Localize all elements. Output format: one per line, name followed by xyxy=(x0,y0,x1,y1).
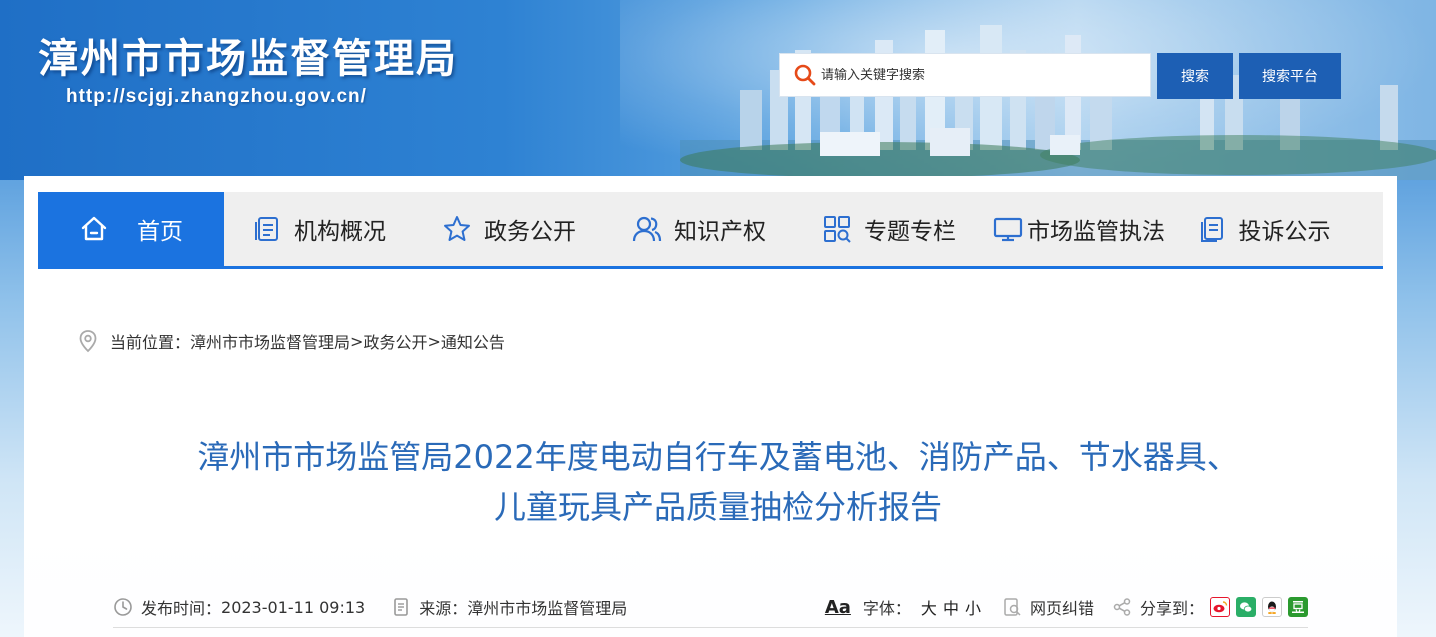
nav-item-ip[interactable]: 知识产权 xyxy=(604,192,794,266)
breadcrumb-separator: > xyxy=(350,331,364,351)
share-icon xyxy=(1113,598,1131,616)
nav-item-label: 市场监管执法 xyxy=(1027,219,1165,245)
font-size-group: Aa 字体： 大 中 小 xyxy=(825,595,984,619)
search-box[interactable] xyxy=(779,53,1151,97)
publish-time-value: 2023-01-11 09:13 xyxy=(221,597,366,617)
meta-divider xyxy=(113,627,1308,628)
font-size-label: 字体： xyxy=(862,599,911,618)
search-button[interactable]: 搜索 xyxy=(1157,53,1233,99)
nav-item-label: 首页 xyxy=(137,219,183,245)
error-report-label: 网页纠错 xyxy=(1029,599,1094,618)
search-icon xyxy=(794,64,816,86)
wechat-share-icon[interactable] xyxy=(1236,597,1256,617)
font-size-icon: Aa xyxy=(824,596,851,618)
article-meta-bar: 发布时间： 2023-01-11 09:13 来源： 漳州市市场监督管理局 Aa… xyxy=(113,593,1308,621)
copy-doc-icon xyxy=(1200,217,1223,242)
nav-item-enforcement[interactable]: 市场监管执法 xyxy=(984,192,1174,266)
weibo-share-icon[interactable] xyxy=(1210,597,1230,617)
article-title: 漳州市市场监管局2022年度电动自行车及蓄电池、消防产品、节水器具、 儿童玩具产… xyxy=(100,432,1336,532)
breadcrumb-link-notices[interactable]: 通知公告 xyxy=(441,329,505,353)
article-title-line-2: 儿童玩具产品质量抽检分析报告 xyxy=(493,488,942,526)
site-title: 漳州市市场监督管理局 xyxy=(38,36,458,82)
nav-item-label: 知识产权 xyxy=(674,219,766,245)
font-size-small[interactable]: 小 xyxy=(965,595,981,619)
source-group: 来源： 漳州市市场监督管理局 xyxy=(391,595,627,619)
source-label: 来源： xyxy=(419,599,468,618)
nav-item-home[interactable]: 首页 xyxy=(38,192,224,266)
document-icon xyxy=(394,598,409,616)
font-size-medium[interactable]: 中 xyxy=(943,595,959,619)
source-value: 漳州市市场监督管理局 xyxy=(467,599,628,618)
nav-item-organization[interactable]: 机构概况 xyxy=(224,192,414,266)
breadcrumb-separator: > xyxy=(427,331,441,351)
error-report-link[interactable]: 网页纠错 xyxy=(1002,595,1094,619)
article-title-line-1: 漳州市市场监管局2022年度电动自行车及蓄电池、消防产品、节水器具、 xyxy=(197,438,1239,476)
breadcrumb-link-gov-affairs[interactable]: 政务公开 xyxy=(363,329,427,353)
share-label: 分享到： xyxy=(1139,599,1204,618)
nav-item-label: 政务公开 xyxy=(484,219,576,245)
breadcrumb: 当前位置： 漳州市市场监督管理局 > 政务公开 > 通知公告 xyxy=(78,328,505,354)
publish-time-label: 发布时间： xyxy=(141,599,222,618)
breadcrumb-prefix: 当前位置： xyxy=(110,333,191,352)
douban-share-icon[interactable] xyxy=(1288,597,1308,617)
qq-share-icon[interactable] xyxy=(1262,597,1282,617)
breadcrumb-link-home[interactable]: 漳州市市场监督管理局 xyxy=(190,329,350,353)
document-list-icon xyxy=(255,217,278,241)
location-pin-icon xyxy=(79,330,97,353)
monitor-icon xyxy=(993,217,1023,242)
share-group: 分享到： xyxy=(1112,595,1308,619)
error-report-icon xyxy=(1004,598,1021,616)
font-size-large[interactable]: 大 xyxy=(921,595,937,619)
search-platform-button[interactable]: 搜索平台 xyxy=(1239,53,1341,99)
nav-item-label: 机构概况 xyxy=(294,219,386,245)
clock-icon xyxy=(114,598,132,616)
star-icon xyxy=(444,216,470,241)
home-icon xyxy=(81,216,107,241)
grid-search-icon xyxy=(824,216,851,243)
site-url: http://scjgj.zhangzhou.gov.cn/ xyxy=(66,86,367,107)
users-icon xyxy=(632,216,662,242)
nav-item-topics[interactable]: 专题专栏 xyxy=(794,192,984,266)
nav-item-gov-affairs[interactable]: 政务公开 xyxy=(414,192,604,266)
nav-item-label: 投诉公示 xyxy=(1238,219,1331,245)
nav-item-label: 专题专栏 xyxy=(864,219,956,245)
search-input[interactable] xyxy=(821,67,1121,83)
main-nav: 首页 机构概况 政务公开 知识产权 专题专栏 市场监管执法 投诉公示 xyxy=(38,192,1383,269)
publish-time-group: 发布时间： 2023-01-11 09:13 xyxy=(113,595,365,619)
city-skyline-image xyxy=(680,25,1436,180)
nav-item-complaints[interactable]: 投诉公示 xyxy=(1174,192,1353,266)
